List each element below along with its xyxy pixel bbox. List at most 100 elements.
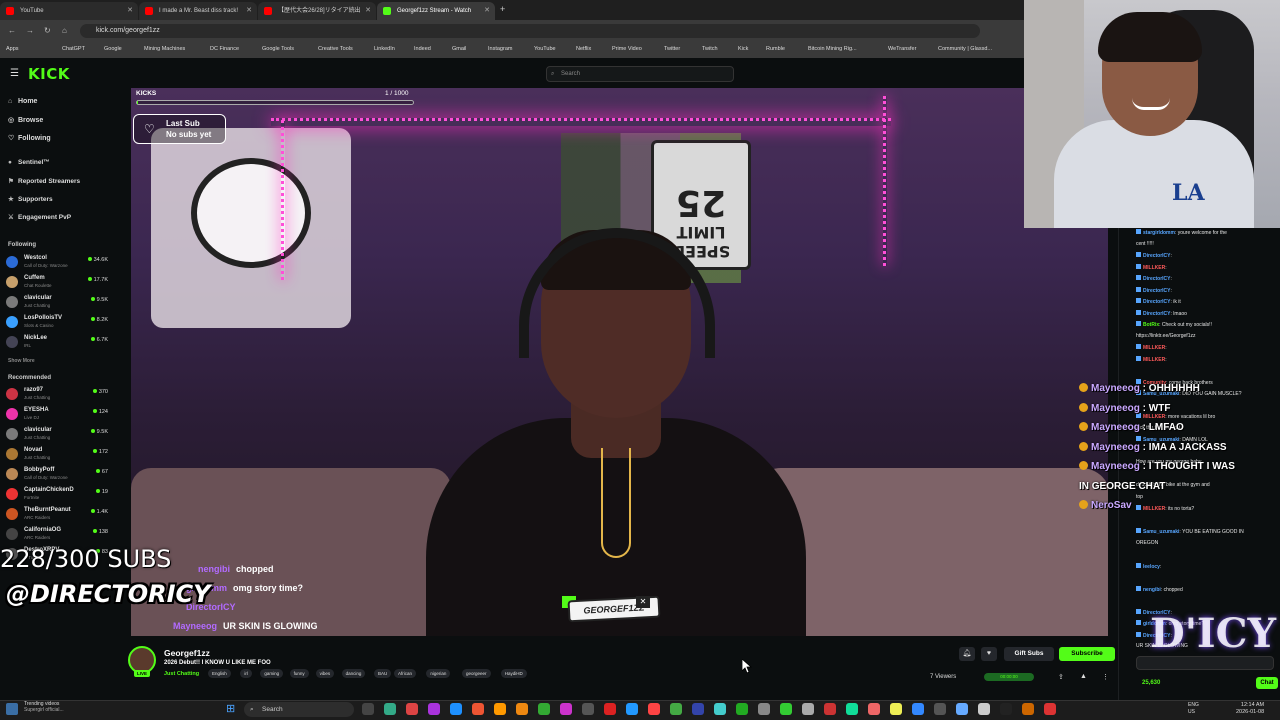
taskbar-app-icon[interactable] bbox=[428, 703, 440, 715]
chat-username[interactable]: nengibi bbox=[1143, 587, 1161, 593]
bookmark-item[interactable]: DC Finance bbox=[210, 46, 239, 52]
bookmark-item[interactable]: YouTube bbox=[534, 46, 556, 52]
taskbar-app-icon[interactable] bbox=[384, 703, 396, 715]
stream-tag[interactable]: nigerian bbox=[426, 669, 451, 678]
weather-icon[interactable] bbox=[6, 703, 18, 715]
bookmark-item[interactable]: LinkedIn bbox=[374, 46, 395, 52]
chat-username[interactable]: DirectorICY bbox=[1143, 288, 1171, 294]
gift-subs-button[interactable]: Gift Subs bbox=[1004, 647, 1054, 661]
taskbar-app-icon[interactable] bbox=[670, 703, 682, 715]
bookmark-item[interactable]: Netflix bbox=[576, 46, 591, 52]
stream-tag[interactable]: vibes bbox=[315, 669, 335, 678]
sidebar-channel[interactable]: CaliforniaOG ARC Raiders 138 bbox=[6, 526, 110, 544]
taskbar-app-icon[interactable] bbox=[714, 703, 726, 715]
chat-input[interactable] bbox=[1136, 656, 1274, 670]
taskbar-app-icon[interactable] bbox=[934, 703, 946, 715]
browser-tab-japanese[interactable]: 【歴代大会26/28]リタイア続出 ✕ bbox=[258, 2, 376, 20]
chat-username[interactable]: DirectorICY bbox=[1143, 311, 1171, 317]
taskbar-app-icon[interactable] bbox=[956, 703, 968, 715]
taskbar-app-icon[interactable] bbox=[1044, 703, 1056, 715]
bookmark-item[interactable]: Apps bbox=[6, 46, 19, 52]
taskbar-app-icon[interactable] bbox=[824, 703, 836, 715]
taskbar-app-icon[interactable] bbox=[406, 703, 418, 715]
kick-logo[interactable]: KICK bbox=[28, 65, 70, 83]
taskbar-app-icon[interactable] bbox=[494, 703, 506, 715]
sidebar-channel[interactable]: LosPolloisTV Slots & Casino 8.2K bbox=[6, 314, 110, 332]
bookmark-item[interactable]: Prime Video bbox=[612, 46, 642, 52]
chat-username[interactable]: MILLKER bbox=[1143, 345, 1165, 351]
sidebar-item-engagement[interactable]: ⚔ Engagement PvP bbox=[8, 213, 71, 221]
taskbar-app-icon[interactable] bbox=[1022, 703, 1034, 715]
bookmark-item[interactable]: Instagram bbox=[488, 46, 512, 52]
sidebar-channel[interactable]: NickLee IRL 6.7K bbox=[6, 334, 110, 352]
chat-username[interactable]: MILLKER bbox=[1143, 506, 1165, 512]
sidebar-item-home[interactable]: ⌂ Home bbox=[8, 98, 37, 105]
taskbar-app-icon[interactable] bbox=[582, 703, 594, 715]
url-field[interactable]: kick.com/georgef1zz bbox=[80, 24, 980, 38]
taskbar-app-icon[interactable] bbox=[604, 703, 616, 715]
chat-username[interactable]: MILLKER bbox=[1143, 265, 1165, 271]
chat-username[interactable]: DirectorICY bbox=[1143, 299, 1171, 305]
stream-tag[interactable]: African bbox=[394, 669, 417, 678]
sidebar-channel[interactable]: CaptainChickenD Fortnite 19 bbox=[6, 486, 110, 504]
chat-send-button[interactable]: Chat bbox=[1256, 677, 1278, 689]
chat-username[interactable]: Samu_uzumaki bbox=[1143, 529, 1179, 535]
browser-tab-youtube[interactable]: YouTube ✕ bbox=[0, 2, 138, 20]
bookmark-item[interactable]: Bitcoin Mining Rig... bbox=[808, 46, 857, 52]
bookmark-item[interactable]: Google Tools bbox=[262, 46, 294, 52]
stream-tag[interactable]: HaydiHD bbox=[500, 669, 527, 678]
sidebar-channel[interactable]: razo97 Just Chatting 370 bbox=[6, 386, 110, 404]
browser-tab-mrbeast[interactable]: I made a Mr. Beast diss track! ✕ bbox=[139, 2, 257, 20]
taskbar-app-icon[interactable] bbox=[868, 703, 880, 715]
sidebar-item-browse[interactable]: ◎ Browse bbox=[8, 116, 43, 124]
alert-icon[interactable]: ▲ bbox=[1080, 673, 1087, 680]
bookmark-item[interactable]: Creative Tools bbox=[318, 46, 353, 52]
home-browser-icon[interactable]: ⌂ bbox=[62, 26, 67, 35]
stream-tag[interactable]: funny bbox=[289, 669, 309, 678]
chat-username[interactable]: BotRix bbox=[1143, 322, 1159, 328]
taskbar-app-icon[interactable] bbox=[362, 703, 374, 715]
bookmark-item[interactable]: Kick bbox=[738, 46, 748, 52]
bookmark-item[interactable]: Indeed bbox=[414, 46, 431, 52]
chat-username[interactable]: MILLKER bbox=[1143, 357, 1165, 363]
taskbar-news[interactable]: Trending videos Supergirl official... bbox=[24, 701, 64, 713]
chat-username[interactable]: DirectorICY bbox=[1143, 253, 1171, 259]
heart-icon[interactable]: ♥ bbox=[981, 647, 997, 661]
bell-icon[interactable]: 🔔︎ bbox=[959, 647, 975, 661]
bookmark-item[interactable]: Rumble bbox=[766, 46, 785, 52]
bookmark-item[interactable]: Twitter bbox=[664, 46, 680, 52]
share-icon[interactable]: ⇪ bbox=[1058, 673, 1064, 681]
taskbar-app-icon[interactable] bbox=[780, 703, 792, 715]
taskbar-app-icon[interactable] bbox=[1000, 703, 1012, 715]
sidebar-item-supporters[interactable]: ★ Supporters bbox=[8, 195, 53, 203]
chat-username[interactable]: MILLKER bbox=[1143, 414, 1165, 420]
bookmark-item[interactable]: Mining Machines bbox=[144, 46, 185, 52]
taskbar-app-icon[interactable] bbox=[560, 703, 572, 715]
sidebar-channel[interactable]: clavicular Just Chatting 9.5K bbox=[6, 426, 110, 444]
sidebar-item-following[interactable]: ♡ Following bbox=[8, 134, 51, 142]
bookmark-item[interactable]: WeTransfer bbox=[888, 46, 916, 52]
streamer-name[interactable]: Georgef1zz bbox=[164, 648, 210, 658]
stream-tag[interactable]: dancing bbox=[341, 669, 366, 678]
close-icon[interactable]: ✕ bbox=[127, 2, 133, 20]
stream-tag[interactable]: georgeeer bbox=[462, 669, 491, 678]
browser-tab-kick[interactable]: Georgef1zz Stream - Watch ✕ bbox=[377, 2, 495, 20]
stream-category[interactable]: Just Chatting bbox=[164, 671, 199, 677]
sidebar-channel[interactable]: EYESHA Live DJ 124 bbox=[6, 406, 110, 424]
sidebar-channel[interactable]: TheBurntPeanut ARC Raiders 1.4K bbox=[6, 506, 110, 524]
search-input[interactable]: ⌕ Search bbox=[546, 66, 734, 82]
taskbar-app-icon[interactable] bbox=[736, 703, 748, 715]
bookmark-item[interactable]: Gmail bbox=[452, 46, 466, 52]
taskbar-app-icon[interactable] bbox=[450, 703, 462, 715]
bookmark-item[interactable]: Google bbox=[104, 46, 122, 52]
stream-tag[interactable]: English bbox=[208, 669, 231, 678]
sidebar-channel[interactable]: clavicular Just Chatting 9.5K bbox=[6, 294, 110, 312]
forward-icon[interactable]: → bbox=[26, 26, 34, 35]
video-player[interactable]: SPEED LIMIT 25 KICKS 1 / 1000 ♡ Last Sub… bbox=[131, 88, 1108, 636]
stream-tag[interactable]: gaming bbox=[260, 669, 284, 678]
sidebar-item-sentinel[interactable]: ● Sentinel™ bbox=[8, 159, 50, 166]
sidebar-channel[interactable]: Novad Just Chatting 172 bbox=[6, 446, 110, 464]
chat-username[interactable]: stargirldomm bbox=[1143, 230, 1175, 236]
sidebar-channel[interactable]: Cuffem Chat Roulette 17.7K bbox=[6, 274, 110, 292]
taskbar-search[interactable]: ⌕ Search bbox=[244, 702, 354, 717]
